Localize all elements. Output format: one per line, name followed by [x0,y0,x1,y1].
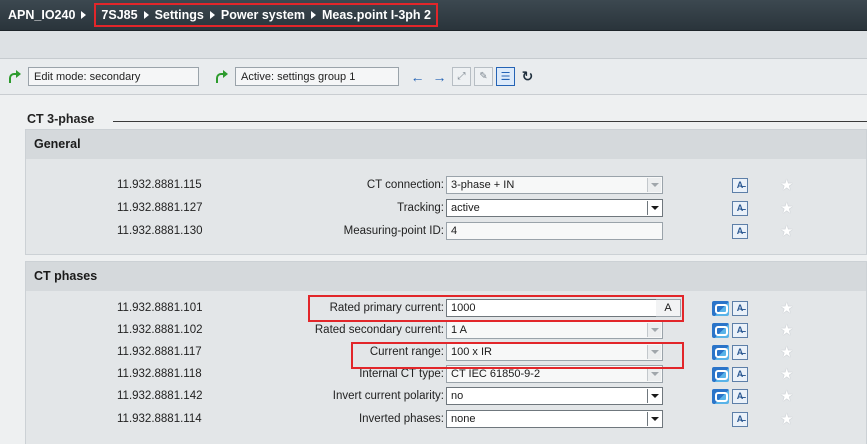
highlight-current-range [351,342,684,369]
parameter-info-icon[interactable]: A̶ [732,178,748,193]
param-address: 11.932.8881.102 [117,324,203,336]
param-label: Rated secondary current: [314,324,444,336]
arrow-right-icon[interactable]: → [430,67,449,86]
section-title: CT 3-phase [27,112,95,126]
chevron-down-icon[interactable] [647,367,661,381]
parameter-info-icon[interactable]: A̶ [732,301,748,316]
breadcrumb-separator-icon [209,11,215,19]
star-icon[interactable]: ★ [780,199,793,217]
parameter-info-icon[interactable]: A̶ [732,323,748,338]
section-divider [113,121,867,122]
parameter-info-icon[interactable]: A̶ [732,389,748,404]
param-address: 11.932.8881.130 [117,225,203,237]
param-label: Invert current polarity: [332,390,444,402]
star-icon[interactable]: ★ [780,387,793,405]
star-icon[interactable]: ★ [780,321,793,339]
param-value: active [451,202,480,214]
rated-secondary-current-select[interactable]: 1 A [446,321,663,339]
star-icon[interactable]: ★ [780,176,793,194]
star-icon[interactable]: ★ [780,365,793,383]
edit-disabled-icon[interactable]: ✎ [474,67,493,86]
param-row: 11.932.8881.114 Inverted phases: none A̶… [26,409,867,431]
breadcrumb-highlight: 7SJ85 Settings Power system Meas.point I… [94,3,438,27]
link-icon[interactable] [712,345,729,360]
param-row: 11.932.8881.102 Rated secondary current:… [26,320,867,342]
star-icon[interactable]: ★ [780,343,793,361]
arrow-left-icon[interactable]: ← [408,67,427,86]
star-icon[interactable]: ★ [780,299,793,317]
breadcrumb-separator-icon [310,11,316,19]
highlight-rated-primary-current [308,295,684,322]
group-title: CT phases [26,262,866,291]
compare-icon[interactable]: ⤢ [452,67,471,86]
param-value: none [451,413,476,425]
group-title: General [26,130,866,159]
invert-current-polarity-select[interactable]: no [446,387,663,405]
tab-strip [0,31,867,59]
chevron-down-icon[interactable] [647,201,661,215]
param-address: 11.932.8881.118 [117,368,202,380]
param-value: 3-phase + IN [451,179,515,191]
chevron-down-icon[interactable] [647,323,661,337]
title-bar: APN_IO240 7SJ85 Settings Power system Me… [0,0,867,31]
param-address: 11.932.8881.115 [117,179,202,191]
link-icon[interactable] [712,367,729,382]
breadcrumb-separator-icon [143,11,149,19]
parameter-info-icon[interactable]: A̶ [732,412,748,427]
param-label: Measuring-point ID: [343,225,444,237]
param-row: 11.932.8881.130 Measuring-point ID: 4 A̶… [26,221,867,243]
breadcrumb-item-settings[interactable]: Settings [155,8,204,22]
edit-mode-field[interactable]: Edit mode: secondary [28,67,199,86]
param-label: Internal CT type: [359,368,444,380]
breadcrumb-root[interactable]: APN_IO240 [8,8,75,22]
param-address: 11.932.8881.114 [117,413,202,425]
toolbar: Edit mode: secondary Active: settings gr… [0,59,867,95]
param-row: 11.932.8881.142 Invert current polarity:… [26,386,867,408]
link-icon[interactable] [712,323,729,338]
chevron-down-icon[interactable] [647,389,661,403]
param-label: Tracking: [397,202,444,214]
param-row: 11.932.8881.115 CT connection: 3-phase +… [26,175,867,197]
star-icon[interactable]: ★ [780,410,793,428]
parameter-info-icon[interactable]: A̶ [732,367,748,382]
parameter-info-icon[interactable]: A̶ [732,224,748,239]
param-address: 11.932.8881.142 [117,390,203,402]
chevron-down-icon[interactable] [647,412,661,426]
refresh-icon[interactable]: ↻ [518,67,537,86]
param-label: Inverted phases: [358,413,444,425]
param-value: CT IEC 61850-9-2 [451,368,541,380]
parameter-info-icon[interactable]: A̶ [732,201,748,216]
link-icon[interactable] [712,389,729,404]
inverted-phases-select[interactable]: none [446,410,663,428]
measuring-point-id-field: 4 [446,222,663,240]
star-icon[interactable]: ★ [780,222,793,240]
param-row: 11.932.8881.127 Tracking: active A̶ ★ [26,198,867,220]
list-view-icon[interactable]: ☰ [496,67,515,86]
chevron-down-icon[interactable] [647,178,661,192]
param-address: 11.932.8881.101 [117,302,203,314]
ct-connection-select[interactable]: 3-phase + IN [446,176,663,194]
group-general: General 11.932.8881.115 CT connection: 3… [25,129,867,255]
go-to-arrow-icon[interactable] [8,69,22,84]
parameter-info-icon[interactable]: A̶ [732,345,748,360]
tracking-select[interactable]: active [446,199,663,217]
breadcrumb-separator-icon [81,11,87,19]
param-value: 4 [451,225,458,237]
param-value: 1 A [451,324,467,336]
breadcrumb-item-meas-point[interactable]: Meas.point I-3ph 2 [322,8,431,22]
breadcrumb-item-power-system[interactable]: Power system [221,8,305,22]
param-address: 11.932.8881.117 [117,346,202,358]
active-group-field[interactable]: Active: settings group 1 [235,67,399,86]
param-label: CT connection: [366,179,444,191]
link-icon[interactable] [712,301,729,316]
go-to-arrow-icon[interactable] [215,69,229,84]
param-value: no [451,390,464,402]
param-address: 11.932.8881.127 [117,202,203,214]
breadcrumb-item-device[interactable]: 7SJ85 [101,8,137,22]
